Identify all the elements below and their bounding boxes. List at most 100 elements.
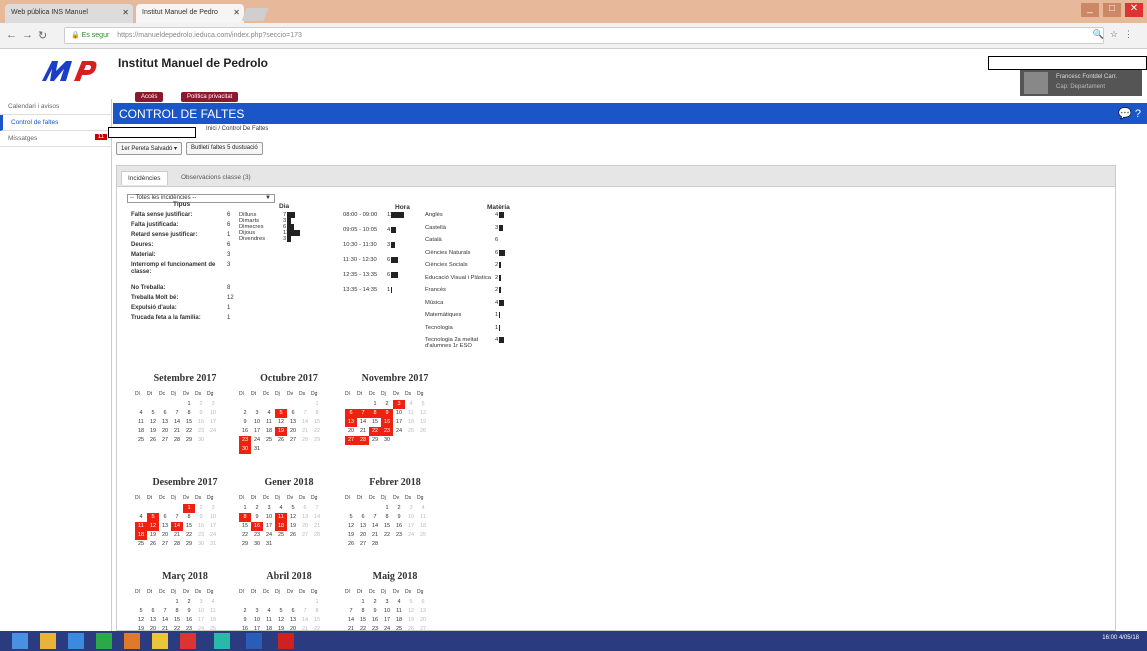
calendar-day[interactable]: 4 xyxy=(135,409,147,418)
calendar-day[interactable]: 15 xyxy=(183,418,195,427)
calendar-day[interactable]: 24 xyxy=(393,427,405,436)
calendar-day[interactable]: 31 xyxy=(263,540,275,549)
calendar-day[interactable]: 13 xyxy=(299,513,311,522)
access-button[interactable]: Accés xyxy=(135,92,164,102)
url-input[interactable]: 🔒 Es segur https://manueldepedrolo.ieduc… xyxy=(64,27,1104,44)
calendar-day[interactable]: 3 xyxy=(195,598,207,607)
calendar-day[interactable]: 28 xyxy=(171,540,183,549)
calendar-day[interactable]: 30 xyxy=(381,436,393,445)
calendar-day[interactable]: 12 xyxy=(275,418,287,427)
calendar-day[interactable]: 27 xyxy=(159,436,171,445)
calendar-day[interactable]: 12 xyxy=(147,418,159,427)
calendar-day[interactable]: 30 xyxy=(251,540,263,549)
calendar-day[interactable]: 28 xyxy=(299,436,311,445)
calendar-day[interactable]: 2 xyxy=(393,504,405,513)
tab-incidencies[interactable]: Incidències xyxy=(121,171,168,185)
calendar-day[interactable]: 8 xyxy=(183,513,195,522)
calendar-day[interactable]: 1 xyxy=(183,504,195,513)
calendar-day[interactable]: 23 xyxy=(239,436,251,445)
calendar-day[interactable]: 8 xyxy=(311,607,323,616)
calendar-day[interactable]: 24 xyxy=(405,531,417,540)
calendar-day[interactable]: 24 xyxy=(251,436,263,445)
calendar-day[interactable]: 26 xyxy=(275,436,287,445)
calendar-day[interactable]: 14 xyxy=(299,418,311,427)
calendar-day[interactable]: 26 xyxy=(345,540,357,549)
calendar-day[interactable]: 15 xyxy=(183,522,195,531)
calendar-day[interactable]: 2 xyxy=(381,400,393,409)
calendar-day[interactable]: 16 xyxy=(369,616,381,625)
calendar-day[interactable]: 21 xyxy=(171,531,183,540)
calendar-day[interactable]: 23 xyxy=(381,427,393,436)
calendar-day[interactable]: 8 xyxy=(369,409,381,418)
sidebar-item-control-faltes[interactable]: Control de faltes xyxy=(0,115,111,131)
calendar-day[interactable]: 1 xyxy=(357,598,369,607)
calendar-day[interactable]: 26 xyxy=(287,531,299,540)
calendar-day[interactable]: 20 xyxy=(159,427,171,436)
calendar-day[interactable]: 26 xyxy=(147,436,159,445)
calendar-day[interactable]: 15 xyxy=(357,616,369,625)
calendar-day[interactable]: 14 xyxy=(159,616,171,625)
calendar-day[interactable]: 16 xyxy=(239,427,251,436)
calendar-day[interactable]: 16 xyxy=(393,522,405,531)
calendar-day[interactable]: 19 xyxy=(147,427,159,436)
calendar-day[interactable]: 21 xyxy=(311,522,323,531)
calendar-day[interactable]: 10 xyxy=(251,418,263,427)
calendar-day[interactable]: 4 xyxy=(393,598,405,607)
browser-action-icons[interactable]: 🔍☆⋮ xyxy=(1093,29,1139,40)
calendar-day[interactable]: 19 xyxy=(287,522,299,531)
calendar-day[interactable]: 3 xyxy=(251,409,263,418)
calendar-day[interactable]: 15 xyxy=(381,522,393,531)
calendar-day[interactable]: 18 xyxy=(263,427,275,436)
calendar-day[interactable]: 9 xyxy=(239,616,251,625)
calendar-day[interactable]: 21 xyxy=(171,427,183,436)
calendar-day[interactable]: 10 xyxy=(207,409,219,418)
chat-help-icons[interactable]: 💬 ? xyxy=(1118,107,1141,120)
calendar-day[interactable]: 1 xyxy=(381,504,393,513)
calendar-day[interactable]: 24 xyxy=(207,427,219,436)
calendar-day[interactable]: 7 xyxy=(345,607,357,616)
calendar-day[interactable]: 4 xyxy=(135,513,147,522)
calendar-day[interactable]: 2 xyxy=(195,400,207,409)
calendar-day[interactable]: 20 xyxy=(357,531,369,540)
calendar-day[interactable]: 5 xyxy=(275,409,287,418)
maximize-button[interactable]: □ xyxy=(1103,3,1121,17)
calendar-day[interactable]: 16 xyxy=(183,616,195,625)
calendar-day[interactable]: 11 xyxy=(135,418,147,427)
calendar-day[interactable]: 20 xyxy=(417,616,429,625)
calendar-day[interactable]: 15 xyxy=(239,522,251,531)
calendar-day[interactable]: 4 xyxy=(275,504,287,513)
sidebar-item-messages[interactable]: Missatges 11 xyxy=(0,131,111,147)
calendar-day[interactable]: 3 xyxy=(207,400,219,409)
calendar-day[interactable]: 11 xyxy=(135,522,147,531)
calendar-day[interactable]: 2 xyxy=(183,598,195,607)
calendar-day[interactable]: 27 xyxy=(357,540,369,549)
calendar-day[interactable]: 22 xyxy=(381,531,393,540)
calendar-day[interactable]: 11 xyxy=(207,607,219,616)
calendar-day[interactable]: 17 xyxy=(381,616,393,625)
calendar-day[interactable]: 8 xyxy=(311,409,323,418)
calendar-day[interactable]: 2 xyxy=(369,598,381,607)
calendar-day[interactable]: 27 xyxy=(159,540,171,549)
calendar-day[interactable]: 3 xyxy=(207,504,219,513)
calendar-day[interactable]: 20 xyxy=(287,427,299,436)
calendar-day[interactable]: 9 xyxy=(381,409,393,418)
calendar-day[interactable]: 13 xyxy=(417,607,429,616)
calendar-day[interactable]: 17 xyxy=(195,616,207,625)
calendar-day[interactable]: 2 xyxy=(239,607,251,616)
calendar-day[interactable]: 30 xyxy=(195,436,207,445)
calendar-day[interactable]: 3 xyxy=(393,400,405,409)
calendar-day[interactable]: 9 xyxy=(251,513,263,522)
calendar-day[interactable]: 23 xyxy=(195,531,207,540)
calendar-day[interactable]: 27 xyxy=(345,436,357,445)
calendar-day[interactable]: 9 xyxy=(239,418,251,427)
calendar-day[interactable]: 4 xyxy=(263,607,275,616)
calendar-day[interactable]: 18 xyxy=(207,616,219,625)
calendar-day[interactable]: 2 xyxy=(251,504,263,513)
calendar-day[interactable]: 6 xyxy=(147,607,159,616)
calendar-day[interactable]: 6 xyxy=(299,504,311,513)
calendar-day[interactable]: 9 xyxy=(195,513,207,522)
calendar-day[interactable]: 10 xyxy=(393,409,405,418)
calendar-day[interactable]: 11 xyxy=(263,616,275,625)
calendar-day[interactable]: 13 xyxy=(287,616,299,625)
calendar-day[interactable]: 9 xyxy=(195,409,207,418)
